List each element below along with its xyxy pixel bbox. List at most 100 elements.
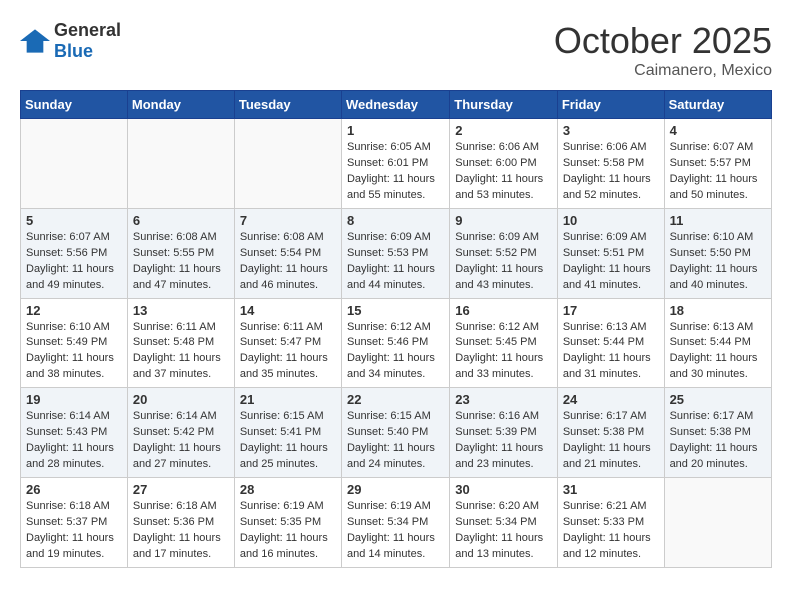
day-number: 25 [670,392,766,407]
day-info: Sunrise: 6:11 AM Sunset: 5:47 PM Dayligh… [240,320,336,384]
day-number: 9 [455,213,552,228]
title-block: October 2025 Caimanero, Mexico [554,20,772,80]
calendar-cell: 2Sunrise: 6:06 AM Sunset: 6:00 PM Daylig… [450,119,558,209]
calendar-cell: 15 Sunrise: 6:12 AM Sunset: 5:46 PM Dayli… [341,298,449,388]
calendar-cell: 17Sunrise: 6:13 AM Sunset: 5:44 PM Dayli… [557,298,664,388]
calendar-cell [21,119,128,209]
logo: General Blue [20,20,121,62]
day-info: Sunrise: 6:13 AM Sunset: 5:44 PM Dayligh… [563,320,659,384]
calendar-week-row: 19 Sunrise: 6:14 AM Sunset: 5:43 PM Dayli… [21,388,772,478]
day-number: 22 [347,392,444,407]
calendar-week-row: 5Sunrise: 6:07 AM Sunset: 5:56 PM Daylig… [21,208,772,298]
calendar-cell: 5Sunrise: 6:07 AM Sunset: 5:56 PM Daylig… [21,208,128,298]
calendar-cell [234,119,341,209]
day-number: 8 [347,213,444,228]
day-info: Sunrise: 6:06 AM Sunset: 5:58 PM Dayligh… [563,140,659,204]
day-info: Sunrise: 6:09 AM Sunset: 5:53 PM Dayligh… [347,230,444,294]
day-number: 28 [240,482,336,497]
day-info: Sunrise: 6:19 AM Sunset: 5:34 PM Dayligh… [347,499,444,563]
day-info: Sunrise: 6:11 AM Sunset: 5:48 PM Dayligh… [133,320,229,384]
day-info: Sunrise: 6:08 AM Sunset: 5:55 PM Dayligh… [133,230,229,294]
calendar-cell: 14Sunrise: 6:11 AM Sunset: 5:47 PM Dayli… [234,298,341,388]
calendar-cell: 25 Sunrise: 6:17 AM Sunset: 5:38 PM Dayli… [664,388,771,478]
day-info: Sunrise: 6:10 AM Sunset: 5:50 PM Dayligh… [670,230,766,294]
day-number: 20 [133,392,229,407]
day-number: 31 [563,482,659,497]
day-info: Sunrise: 6:07 AM Sunset: 5:57 PM Dayligh… [670,140,766,204]
calendar-location: Caimanero, Mexico [554,62,772,80]
calendar-table: SundayMondayTuesdayWednesdayThursdayFrid… [20,90,772,568]
day-info: Sunrise: 6:10 AM Sunset: 5:49 PM Dayligh… [26,320,122,384]
calendar-cell: 13 Sunrise: 6:11 AM Sunset: 5:48 PM Dayli… [127,298,234,388]
calendar-cell: 20Sunrise: 6:14 AM Sunset: 5:42 PM Dayli… [127,388,234,478]
calendar-cell: 8 Sunrise: 6:09 AM Sunset: 5:53 PM Daylig… [341,208,449,298]
day-number: 29 [347,482,444,497]
day-number: 2 [455,123,552,138]
day-number: 15 [347,303,444,318]
day-info: Sunrise: 6:09 AM Sunset: 5:52 PM Dayligh… [455,230,552,294]
day-number: 12 [26,303,122,318]
day-info: Sunrise: 6:08 AM Sunset: 5:54 PM Dayligh… [240,230,336,294]
calendar-cell: 30 Sunrise: 6:20 AM Sunset: 5:34 PM Dayli… [450,478,558,568]
day-number: 13 [133,303,229,318]
day-number: 4 [670,123,766,138]
weekday-header: Sunday [21,91,128,119]
calendar-week-row: 12 Sunrise: 6:10 AM Sunset: 5:49 PM Dayli… [21,298,772,388]
day-info: Sunrise: 6:18 AM Sunset: 5:37 PM Dayligh… [26,499,122,563]
logo-icon [20,29,50,53]
day-info: Sunrise: 6:12 AM Sunset: 5:46 PM Dayligh… [347,320,444,384]
weekday-header: Friday [557,91,664,119]
logo-blue: Blue [54,41,93,61]
calendar-cell: 3Sunrise: 6:06 AM Sunset: 5:58 PM Daylig… [557,119,664,209]
day-number: 21 [240,392,336,407]
calendar-cell: 6Sunrise: 6:08 AM Sunset: 5:55 PM Daylig… [127,208,234,298]
calendar-cell: 29 Sunrise: 6:19 AM Sunset: 5:34 PM Dayli… [341,478,449,568]
day-info: Sunrise: 6:14 AM Sunset: 5:43 PM Dayligh… [26,409,122,473]
calendar-week-row: 1 Sunrise: 6:05 AM Sunset: 6:01 PM Daylig… [21,119,772,209]
calendar-cell: 27Sunrise: 6:18 AM Sunset: 5:36 PM Dayli… [127,478,234,568]
day-info: Sunrise: 6:21 AM Sunset: 5:33 PM Dayligh… [563,499,659,563]
weekday-header: Thursday [450,91,558,119]
day-number: 11 [670,213,766,228]
day-number: 19 [26,392,122,407]
day-info: Sunrise: 6:07 AM Sunset: 5:56 PM Dayligh… [26,230,122,294]
calendar-cell: 23 Sunrise: 6:16 AM Sunset: 5:39 PM Dayli… [450,388,558,478]
calendar-cell: 22 Sunrise: 6:15 AM Sunset: 5:40 PM Dayli… [341,388,449,478]
day-info: Sunrise: 6:17 AM Sunset: 5:38 PM Dayligh… [563,409,659,473]
calendar-cell: 11 Sunrise: 6:10 AM Sunset: 5:50 PM Dayli… [664,208,771,298]
day-info: Sunrise: 6:09 AM Sunset: 5:51 PM Dayligh… [563,230,659,294]
calendar-cell: 24Sunrise: 6:17 AM Sunset: 5:38 PM Dayli… [557,388,664,478]
day-info: Sunrise: 6:16 AM Sunset: 5:39 PM Dayligh… [455,409,552,473]
weekday-header: Saturday [664,91,771,119]
day-number: 10 [563,213,659,228]
day-info: Sunrise: 6:05 AM Sunset: 6:01 PM Dayligh… [347,140,444,204]
calendar-cell: 9 Sunrise: 6:09 AM Sunset: 5:52 PM Daylig… [450,208,558,298]
day-info: Sunrise: 6:12 AM Sunset: 5:45 PM Dayligh… [455,320,552,384]
day-number: 30 [455,482,552,497]
weekday-header-row: SundayMondayTuesdayWednesdayThursdayFrid… [21,91,772,119]
calendar-cell: 4 Sunrise: 6:07 AM Sunset: 5:57 PM Daylig… [664,119,771,209]
calendar-title: October 2025 [554,20,772,62]
day-number: 1 [347,123,444,138]
calendar-cell: 31 Sunrise: 6:21 AM Sunset: 5:33 PM Dayli… [557,478,664,568]
page-header: General Blue October 2025 Caimanero, Mex… [20,20,772,80]
calendar-cell: 19 Sunrise: 6:14 AM Sunset: 5:43 PM Dayli… [21,388,128,478]
day-info: Sunrise: 6:17 AM Sunset: 5:38 PM Dayligh… [670,409,766,473]
calendar-cell: 10 Sunrise: 6:09 AM Sunset: 5:51 PM Dayli… [557,208,664,298]
day-number: 18 [670,303,766,318]
day-number: 26 [26,482,122,497]
calendar-cell [664,478,771,568]
calendar-cell [127,119,234,209]
weekday-header: Wednesday [341,91,449,119]
day-info: Sunrise: 6:20 AM Sunset: 5:34 PM Dayligh… [455,499,552,563]
calendar-cell: 16 Sunrise: 6:12 AM Sunset: 5:45 PM Dayli… [450,298,558,388]
calendar-cell: 28Sunrise: 6:19 AM Sunset: 5:35 PM Dayli… [234,478,341,568]
weekday-header: Tuesday [234,91,341,119]
day-number: 16 [455,303,552,318]
day-number: 23 [455,392,552,407]
calendar-cell: 7 Sunrise: 6:08 AM Sunset: 5:54 PM Daylig… [234,208,341,298]
day-info: Sunrise: 6:15 AM Sunset: 5:40 PM Dayligh… [347,409,444,473]
day-number: 7 [240,213,336,228]
calendar-cell: 18Sunrise: 6:13 AM Sunset: 5:44 PM Dayli… [664,298,771,388]
day-number: 27 [133,482,229,497]
